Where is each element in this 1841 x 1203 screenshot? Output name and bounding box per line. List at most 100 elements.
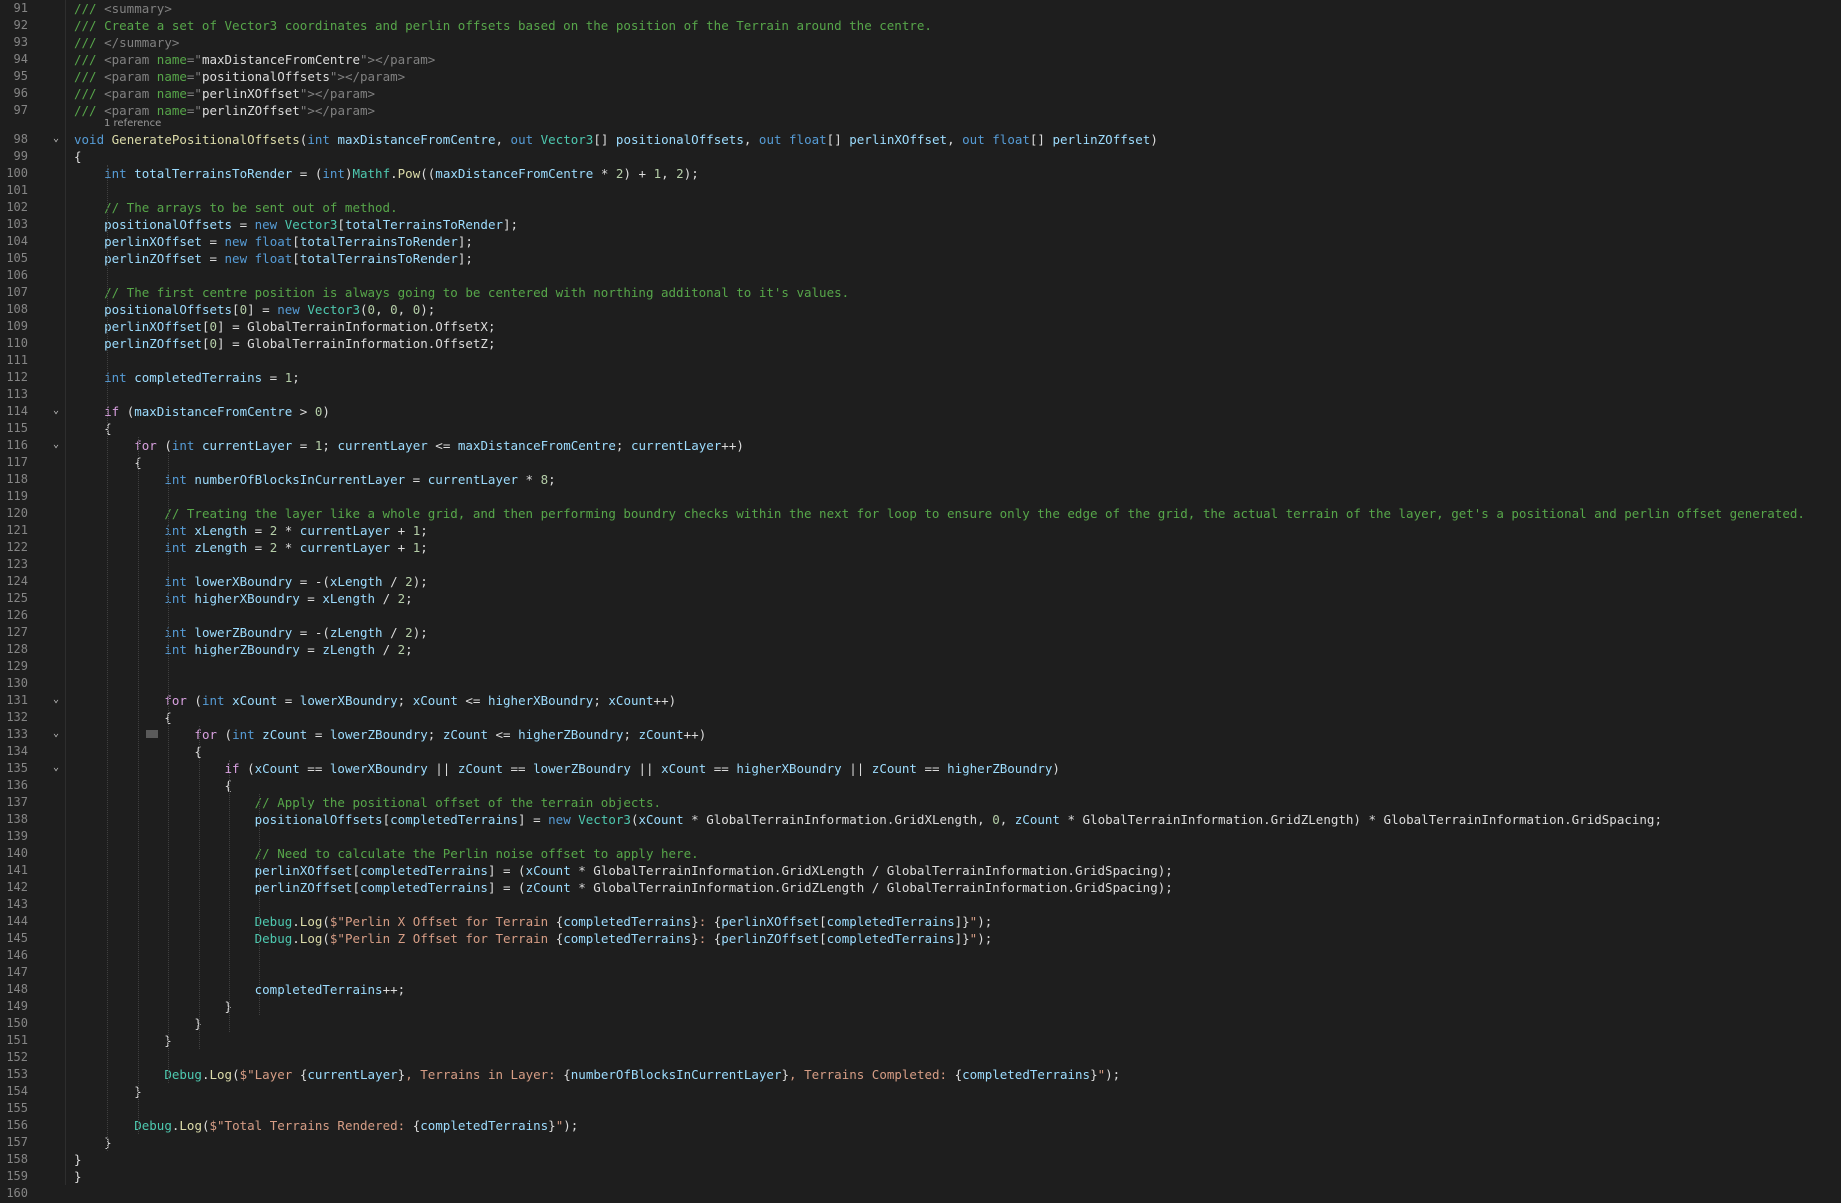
code-text[interactable]: perlinXOffset[completedTerrains] = (xCou… (74, 862, 1173, 879)
code-text[interactable]: for (int currentLayer = 1; currentLayer … (74, 437, 744, 454)
code-text[interactable]: int lowerXBoundry = -(xLength / 2); (74, 573, 427, 590)
code-text[interactable]: positionalOffsets[0] = new Vector3(0, 0,… (74, 301, 435, 318)
code-line[interactable]: 139 (0, 828, 1841, 845)
code-line[interactable]: 144 Debug.Log($"Perlin X Offset for Terr… (0, 913, 1841, 930)
fold-chevron-icon[interactable]: ⌄ (53, 440, 63, 450)
code-text[interactable]: /// <param name="perlinZOffset"></param> (74, 102, 375, 119)
code-text[interactable]: perlinXOffset[0] = GlobalTerrainInformat… (74, 318, 495, 335)
code-line[interactable]: 157 } (0, 1134, 1841, 1151)
code-text[interactable]: /// </summary> (74, 34, 179, 51)
code-text[interactable]: positionalOffsets = new Vector3[totalTer… (74, 216, 518, 233)
fold-chevron-icon[interactable]: ⌄ (53, 763, 63, 773)
code-line[interactable]: 112 int completedTerrains = 1; (0, 369, 1841, 386)
code-text[interactable]: if (xCount == lowerXBoundry || zCount ==… (74, 760, 1060, 777)
code-line[interactable]: 148 completedTerrains++; (0, 981, 1841, 998)
code-editor[interactable]: 91/// <summary> 92/// Create a set of Vec… (0, 0, 1841, 1203)
code-line[interactable]: 118 int numberOfBlocksInCurrentLayer = c… (0, 471, 1841, 488)
code-line[interactable]: 108 positionalOffsets[0] = new Vector3(0… (0, 301, 1841, 318)
code-text[interactable]: perlinZOffset = new float[totalTerrainsT… (74, 250, 473, 267)
code-line[interactable]: 127 int lowerZBoundry = -(zLength / 2); (0, 624, 1841, 641)
code-line[interactable]: 110 perlinZOffset[0] = GlobalTerrainInfo… (0, 335, 1841, 352)
code-text[interactable]: Debug.Log($"Perlin Z Offset for Terrain … (74, 930, 993, 947)
code-text[interactable]: /// Create a set of Vector3 coordinates … (74, 17, 932, 34)
code-text[interactable]: } (74, 1151, 82, 1168)
code-line[interactable]: 106 (0, 267, 1841, 284)
code-line[interactable]: 147 (0, 964, 1841, 981)
code-line[interactable]: 107 // The first centre position is alwa… (0, 284, 1841, 301)
code-line[interactable]: 153 Debug.Log($"Layer {currentLayer}, Te… (0, 1066, 1841, 1083)
code-line[interactable]: 113 (0, 386, 1841, 403)
code-line[interactable]: 132 { (0, 709, 1841, 726)
code-line[interactable]: 109 perlinXOffset[0] = GlobalTerrainInfo… (0, 318, 1841, 335)
code-line[interactable]: 143 (0, 896, 1841, 913)
fold-chevron-icon[interactable]: ⌄ (53, 134, 63, 144)
code-line[interactable]: 114 ⌄ if (maxDistanceFromCentre > 0) (0, 403, 1841, 420)
code-line[interactable]: 138 positionalOffsets[completedTerrains]… (0, 811, 1841, 828)
code-text[interactable]: // The first centre position is always g… (74, 284, 849, 301)
code-text[interactable]: { (74, 148, 82, 165)
code-text[interactable]: } (74, 1032, 172, 1049)
code-line[interactable]: 131 ⌄ for (int xCount = lowerXBoundry; xC… (0, 692, 1841, 709)
code-line[interactable]: 95 /// <param name="positionalOffsets"></… (0, 68, 1841, 85)
code-line[interactable]: 94 /// <param name="maxDistanceFromCentre… (0, 51, 1841, 68)
code-line[interactable]: 125 int higherXBoundry = xLength / 2; (0, 590, 1841, 607)
code-text[interactable]: int totalTerrainsToRender = (int)Mathf.P… (74, 165, 699, 182)
code-line[interactable]: 126 (0, 607, 1841, 624)
code-line[interactable]: 100 int totalTerrainsToRender = (int)Mat… (0, 165, 1841, 182)
code-line[interactable]: 97 /// <param name="perlinZOffset"></para… (0, 102, 1841, 119)
code-line[interactable]: 117 { (0, 454, 1841, 471)
code-line[interactable]: 93 /// </summary> (0, 34, 1841, 51)
code-text[interactable]: // The arrays to be sent out of method. (74, 199, 398, 216)
fold-chevron-icon[interactable]: ⌄ (53, 695, 63, 705)
code-line[interactable]: 104 perlinXOffset = new float[totalTerra… (0, 233, 1841, 250)
code-line[interactable]: 122 int zLength = 2 * currentLayer + 1; (0, 539, 1841, 556)
code-text[interactable]: int numberOfBlocksInCurrentLayer = curre… (74, 471, 555, 488)
code-line[interactable]: 129 (0, 658, 1841, 675)
code-line[interactable]: 152 (0, 1049, 1841, 1066)
code-text[interactable]: /// <param name="perlinXOffset"></param> (74, 85, 375, 102)
code-line[interactable]: 92 /// Create a set of Vector3 coordinate… (0, 17, 1841, 34)
code-text[interactable]: /// <param name="maxDistanceFromCentre">… (74, 51, 435, 68)
code-line[interactable]: 137 // Apply the positional offset of th… (0, 794, 1841, 811)
code-text[interactable]: void GeneratePositionalOffsets(int maxDi… (74, 131, 1158, 148)
code-text[interactable]: // Treating the layer like a whole grid,… (74, 505, 1805, 522)
code-line[interactable]: 99 { (0, 148, 1841, 165)
code-text[interactable]: int zLength = 2 * currentLayer + 1; (74, 539, 427, 556)
code-text[interactable]: /// <summary> (74, 0, 172, 17)
code-line[interactable]: 149 } (0, 998, 1841, 1015)
code-line[interactable]: 102 // The arrays to be sent out of meth… (0, 199, 1841, 216)
code-line[interactable]: 133 ⌄ for (int zCount = lowerZBoundry; zC… (0, 726, 1841, 743)
code-text[interactable]: { (74, 709, 172, 726)
code-text[interactable]: completedTerrains++; (74, 981, 406, 998)
code-text[interactable]: if (maxDistanceFromCentre > 0) (74, 403, 330, 420)
breakpoint-marker[interactable] (146, 730, 158, 738)
code-line[interactable]: 159} (0, 1168, 1841, 1185)
code-line[interactable]: 120 // Treating the layer like a whole g… (0, 505, 1841, 522)
code-line[interactable]: 141 perlinXOffset[completedTerrains] = (… (0, 862, 1841, 879)
code-line[interactable]: 128 int higherZBoundry = zLength / 2; (0, 641, 1841, 658)
code-text[interactable]: { (74, 777, 233, 794)
code-line[interactable]: 158} (0, 1151, 1841, 1168)
code-text[interactable]: int higherXBoundry = xLength / 2; (74, 590, 412, 607)
code-text[interactable]: { (74, 420, 112, 437)
code-text[interactable]: int xLength = 2 * currentLayer + 1; (74, 522, 427, 539)
code-line[interactable]: 135 ⌄ if (xCount == lowerXBoundry || zCou… (0, 760, 1841, 777)
code-line[interactable]: 155 (0, 1100, 1841, 1117)
code-line[interactable]: 123 (0, 556, 1841, 573)
code-line[interactable]: 142 perlinZOffset[completedTerrains] = (… (0, 879, 1841, 896)
code-text[interactable]: positionalOffsets[completedTerrains] = n… (74, 811, 1662, 828)
code-line[interactable]: 96 /// <param name="perlinXOffset"></para… (0, 85, 1841, 102)
codelens-references[interactable]: 1 reference (104, 118, 161, 130)
code-line[interactable]: 146 (0, 947, 1841, 964)
code-text[interactable]: /// <param name="positionalOffsets"></pa… (74, 68, 405, 85)
code-text[interactable]: Debug.Log($"Layer {currentLayer}, Terrai… (74, 1066, 1120, 1083)
code-line[interactable]: 140 // Need to calculate the Perlin nois… (0, 845, 1841, 862)
code-line[interactable]: 119 (0, 488, 1841, 505)
code-line[interactable]: 116 ⌄ for (int currentLayer = 1; currentL… (0, 437, 1841, 454)
fold-chevron-icon[interactable]: ⌄ (53, 406, 63, 416)
code-text[interactable]: } (74, 1134, 112, 1151)
code-line[interactable]: 98 ⌄ void GeneratePositionalOffsets(int ma… (0, 131, 1841, 148)
code-text[interactable]: perlinZOffset[0] = GlobalTerrainInformat… (74, 335, 495, 352)
code-text[interactable]: } (74, 998, 233, 1015)
code-line[interactable]: 136 { (0, 777, 1841, 794)
